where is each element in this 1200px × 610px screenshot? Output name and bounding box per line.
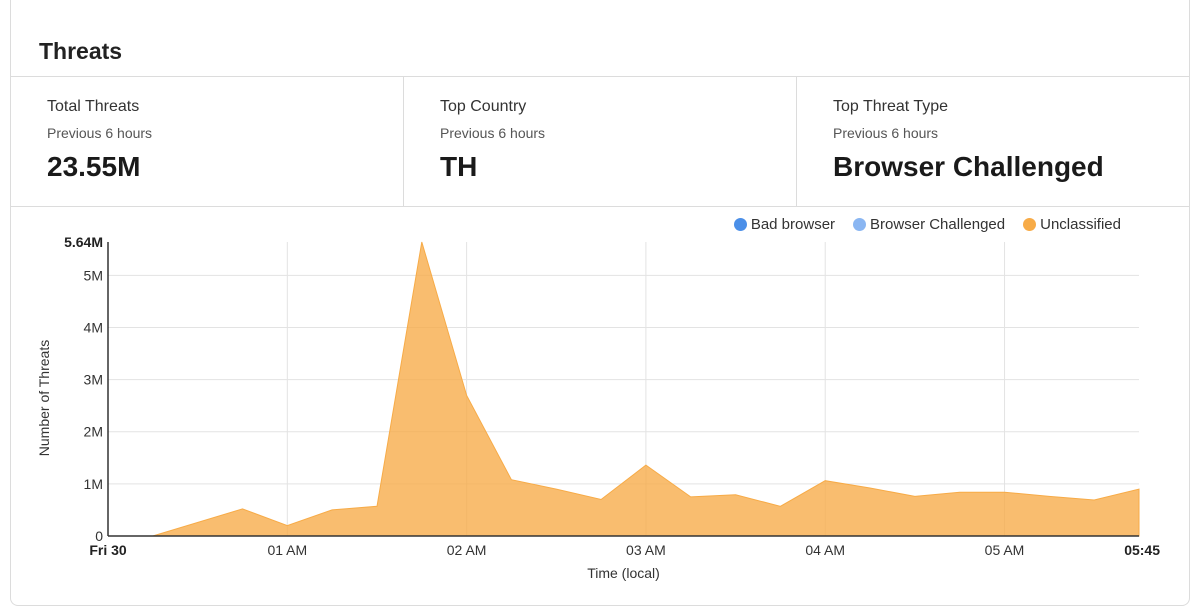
y-tick-label: 4M <box>84 319 103 335</box>
x-tick-label: 05:45 <box>1124 542 1160 558</box>
y-tick-label: 3M <box>84 372 103 388</box>
x-tick-label: 01 AM <box>267 542 307 558</box>
y-tick-label: 1M <box>84 476 103 492</box>
x-axis-title: Time (local) <box>587 565 660 581</box>
x-tick-label: Fri 30 <box>89 542 127 558</box>
threats-area-chart: 01M2M3M4M5M5.64MFri 30 01 AM 02 AM 03 AM 04 … <box>36 234 1160 581</box>
x-tick-label: 04 AM <box>805 542 845 558</box>
x-tick-label: 03 AM <box>626 542 666 558</box>
x-tick-label: 05 AM <box>985 542 1025 558</box>
y-axis-title: Number of Threats <box>36 340 52 456</box>
y-max-label: 5.64M <box>64 234 103 250</box>
y-tick-label: 2M <box>84 424 103 440</box>
area-series-unclassified <box>108 241 1140 537</box>
x-tick-label: 02 AM <box>447 542 487 558</box>
y-tick-label: 5M <box>84 267 103 283</box>
